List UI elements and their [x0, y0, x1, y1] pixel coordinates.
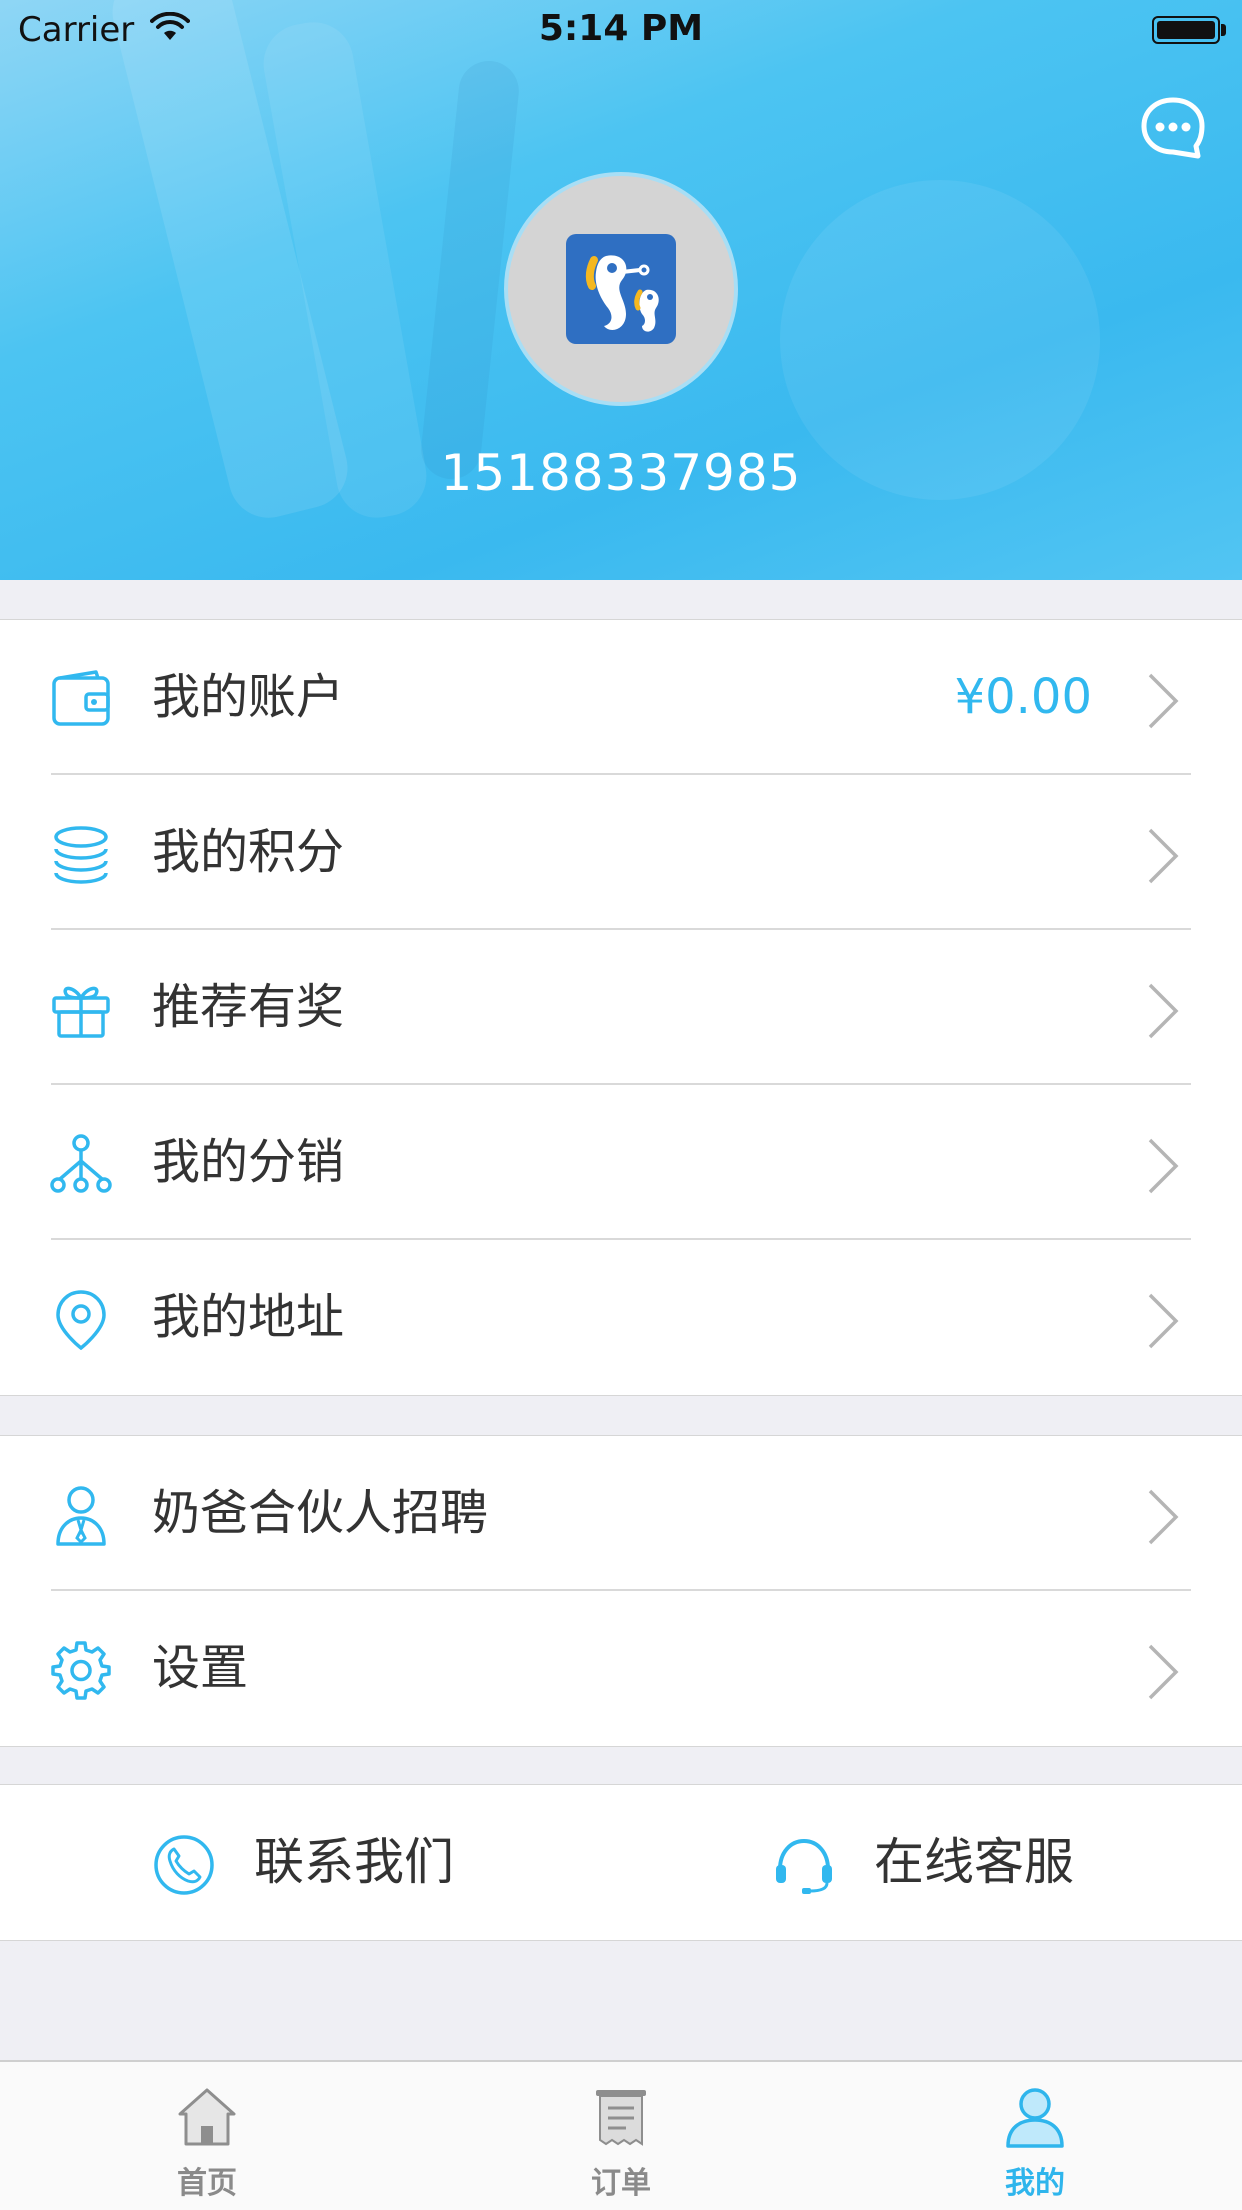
chevron-right-icon [1148, 1138, 1179, 1194]
chevron-right-icon [1148, 1644, 1179, 1700]
chevron-right-icon [1148, 983, 1179, 1039]
menu-item-address[interactable]: 我的地址 [0, 1240, 1242, 1395]
message-icon[interactable] [1140, 96, 1206, 162]
menu-item-points[interactable]: 我的积分 [0, 775, 1242, 930]
status-time: 5:14 PM [538, 8, 704, 49]
menu-item-settings[interactable]: 设置 [0, 1591, 1242, 1746]
menu-item-label: 我的分销 [152, 1134, 345, 1190]
chevron-right-icon [1148, 1489, 1179, 1545]
menu-item-referral[interactable]: 推荐有奖 [0, 930, 1242, 1085]
gear-icon [51, 1641, 111, 1700]
profile-header: Carrier 5:14 PM 15188337985 [0, 0, 1242, 580]
online-service-label: 在线客服 [874, 1833, 1074, 1891]
network-icon [50, 1134, 112, 1193]
tab-label: 我的 [1005, 2166, 1065, 2201]
menu-item-label: 我的地址 [152, 1289, 345, 1345]
tab-home[interactable]: 首页 [0, 2062, 414, 2210]
status-bar: Carrier 5:14 PM [0, 0, 1242, 60]
menu-item-label: 我的积分 [152, 824, 345, 880]
contact-us-button[interactable]: 联系我们 [152, 1785, 612, 1940]
account-balance: ¥0.00 [954, 669, 1092, 725]
tab-label: 订单 [591, 2166, 651, 2201]
coins-icon [54, 826, 108, 884]
menu-group-account: 我的账户 ¥0.00 我的积分 推荐有奖 我的分销 我的地址 [0, 619, 1242, 1396]
tab-label: 首页 [177, 2166, 237, 2201]
profile-icon [1006, 2088, 1064, 2148]
headset-icon [776, 1838, 832, 1894]
menu-group-other: 奶爸合伙人招聘 设置 [0, 1435, 1242, 1747]
home-icon [178, 2088, 236, 2146]
chevron-right-icon [1148, 673, 1179, 729]
chevron-right-icon [1148, 828, 1179, 884]
battery-icon [1152, 16, 1220, 44]
menu-item-distribution[interactable]: 我的分销 [0, 1085, 1242, 1240]
tab-bar: 首页 订单 我的 [0, 2060, 1242, 2210]
menu-item-label: 我的账户 [152, 669, 345, 725]
wallet-icon [52, 670, 110, 726]
menu-item-label: 奶爸合伙人招聘 [152, 1485, 489, 1541]
battery-tip [1221, 24, 1226, 36]
menu-item-partner-recruitment[interactable]: 奶爸合伙人招聘 [0, 1436, 1242, 1591]
menu-item-label: 推荐有奖 [152, 979, 345, 1035]
tab-orders[interactable]: 订单 [414, 2062, 828, 2210]
menu-item-account[interactable]: 我的账户 ¥0.00 [0, 620, 1242, 775]
contact-us-label: 联系我们 [254, 1833, 454, 1891]
location-pin-icon [56, 1290, 106, 1350]
order-icon [596, 2090, 646, 2146]
online-service-button[interactable]: 在线客服 [772, 1785, 1232, 1940]
seahorse-logo [566, 234, 676, 344]
phone-icon [154, 1835, 214, 1895]
phone-number: 15188337985 [440, 444, 802, 502]
chevron-right-icon [1148, 1293, 1179, 1349]
menu-item-label: 设置 [152, 1640, 249, 1696]
contact-bar: 联系我们 在线客服 [0, 1784, 1242, 1941]
partner-icon [56, 1486, 106, 1546]
avatar[interactable] [504, 172, 738, 406]
tab-profile[interactable]: 我的 [828, 2062, 1242, 2210]
gift-icon [52, 986, 110, 1038]
